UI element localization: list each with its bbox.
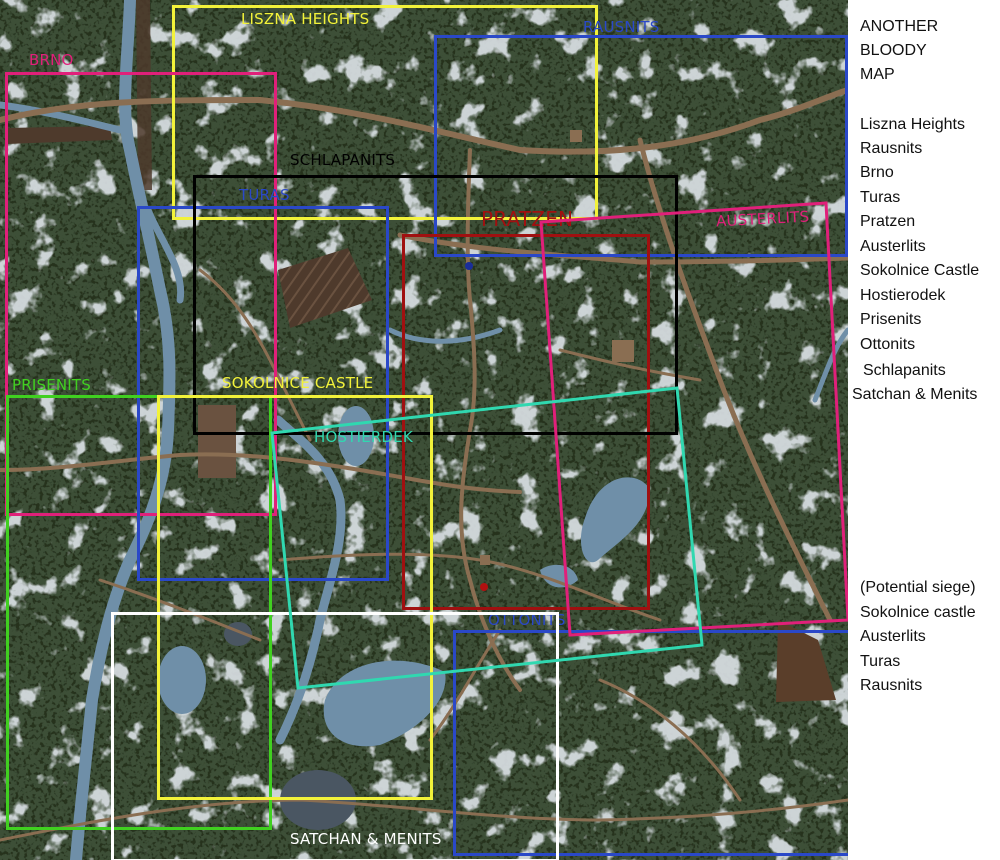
legend-map-name: Liszna Heights: [860, 116, 965, 133]
legend-siege-line: Austerlits: [860, 628, 926, 645]
legend-map-name: Hostierodek: [860, 287, 946, 304]
legend-panel: ANOTHER BLOODY MAP Liszna Heights Rausni…: [848, 0, 1000, 860]
legend-siege-line: (Potential siege): [860, 579, 976, 596]
legend-map-name: Rausnits: [860, 140, 923, 157]
legend-map-name: Austerlits: [860, 238, 926, 255]
legend-siege-line: Turas: [860, 653, 901, 670]
battle-map: LISZNA HEIGHTS RAUSNITS BRNO TURAS PRATZ…: [0, 0, 848, 860]
legend-map-name: Prisenits: [860, 311, 922, 328]
legend-siege-line: Sokolnice castle: [860, 604, 976, 621]
legend-siege-line: Rausnits: [860, 677, 923, 694]
legend-map-name: Schlapanits: [863, 362, 946, 379]
legend-title-line: MAP: [860, 66, 895, 83]
legend-map-name: Ottonits: [860, 336, 916, 353]
rotated-regions: [270, 201, 848, 690]
legend-map-name: Sokolnice Castle: [860, 262, 980, 279]
legend-title-line: BLOODY: [860, 42, 927, 59]
legend-title-line: ANOTHER: [860, 18, 939, 35]
region-label-hostierodek: HOSTIERDEK: [314, 428, 413, 446]
legend-map-name: Turas: [860, 189, 901, 206]
legend-map-name: Satchan & Menits: [852, 386, 978, 403]
legend-map-name: Brno: [860, 164, 894, 181]
legend-map-name: Pratzen: [860, 213, 916, 230]
